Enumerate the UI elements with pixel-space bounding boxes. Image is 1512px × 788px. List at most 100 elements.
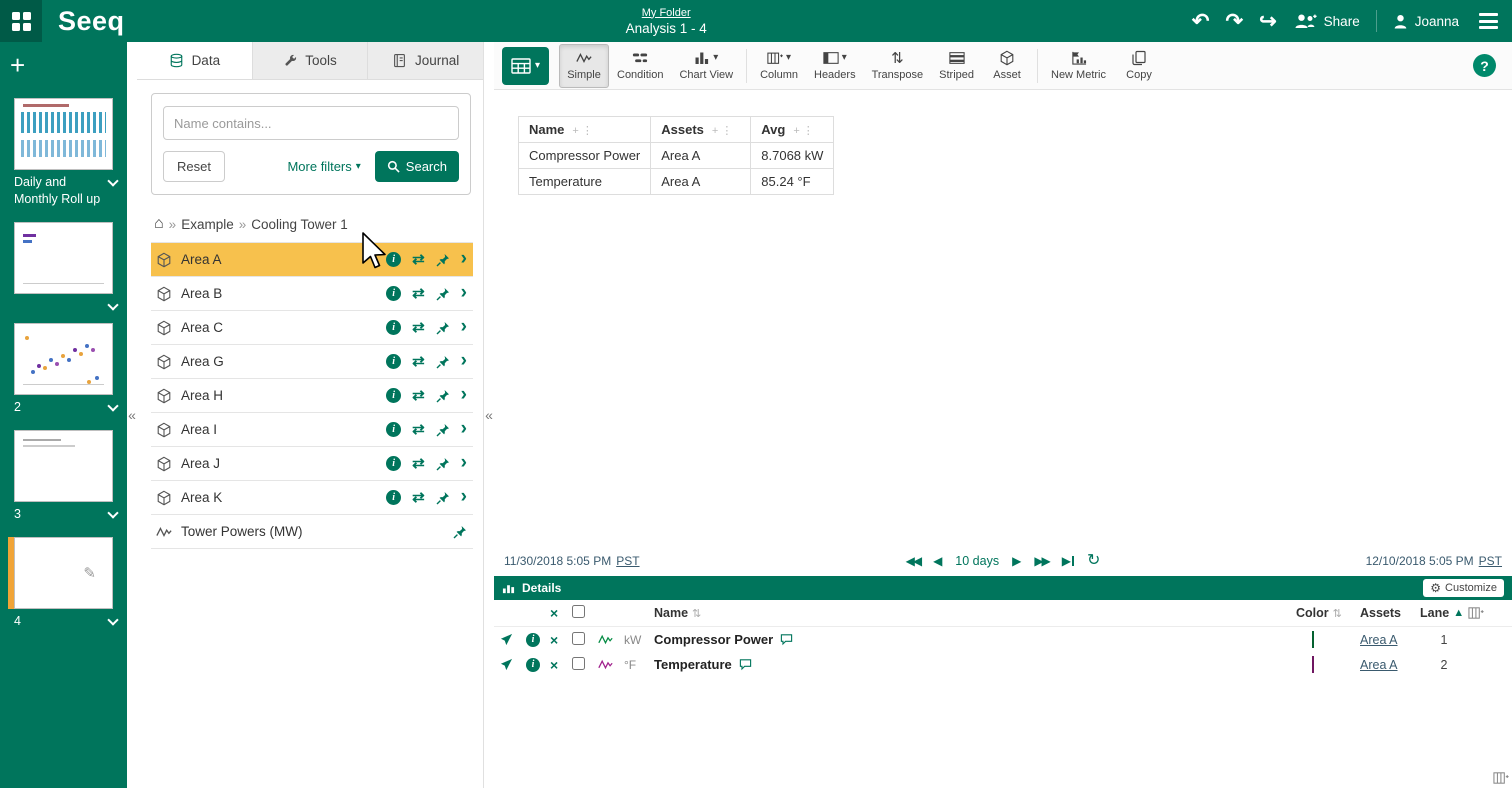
step-forward-button[interactable]: ▶ (1012, 555, 1021, 567)
redo-icon[interactable]: ↷ (1225, 11, 1243, 32)
compare-icon[interactable]: ⇄ (412, 490, 425, 505)
worksheet-thumbnail[interactable]: ✎ (14, 537, 113, 609)
move-icon[interactable]: + (793, 125, 802, 137)
toolbar-button-column[interactable]: ▾ Column (752, 44, 806, 88)
reset-button[interactable]: Reset (163, 151, 225, 182)
color-swatch[interactable] (1312, 656, 1314, 673)
pin-icon[interactable] (436, 253, 450, 267)
worksheet-item-active[interactable]: ✎ 4 (0, 537, 127, 630)
chevron-right-icon[interactable]: › (461, 487, 467, 506)
chevron-right-icon[interactable]: › (461, 249, 467, 268)
chevron-down-icon[interactable] (107, 614, 118, 625)
column-header-assets[interactable]: Assets+⋮ (651, 117, 751, 143)
pin-icon[interactable] (436, 355, 450, 369)
toolbar-button-chart-view[interactable]: ▾ Chart View (671, 44, 741, 88)
display-range-end[interactable]: 12/10/2018 5:05 PM (1366, 554, 1474, 568)
details-column-assets[interactable]: Assets (1360, 606, 1420, 620)
chevron-right-icon[interactable]: › (461, 453, 467, 472)
customize-button[interactable]: ⚙ Customize (1423, 579, 1504, 597)
search-button[interactable]: Search (375, 151, 459, 182)
forward-share-icon[interactable]: ↪ (1259, 11, 1277, 32)
collapse-sidebar-handle[interactable]: « (127, 42, 137, 788)
info-icon[interactable]: i (386, 252, 401, 267)
asset-row[interactable]: Area H i ⇄ › (151, 378, 473, 412)
annotation-icon[interactable] (780, 633, 793, 646)
worksheet-item[interactable]: Daily and Monthly Roll up (0, 98, 127, 208)
chevron-right-icon[interactable]: › (461, 419, 467, 438)
toolbar-button-copy[interactable]: Copy (1114, 44, 1164, 88)
my-folder-link[interactable]: My Folder (642, 7, 691, 19)
table-row[interactable]: Temperature Area A 85.24 °F (519, 169, 834, 195)
details-column-color[interactable]: Color⇅ (1296, 606, 1360, 620)
info-icon[interactable]: i (386, 490, 401, 505)
asset-row[interactable]: Area A i ⇄ › (151, 242, 473, 276)
column-header-name[interactable]: Name+⋮ (519, 117, 651, 143)
annotation-icon[interactable] (739, 658, 752, 671)
compare-icon[interactable]: ⇄ (412, 388, 425, 403)
remove-all-button[interactable]: × (550, 605, 572, 621)
info-icon[interactable]: i (526, 658, 540, 672)
asset-row[interactable]: Area B i ⇄ › (151, 276, 473, 310)
info-icon[interactable]: i (386, 354, 401, 369)
compare-icon[interactable]: ⇄ (412, 354, 425, 369)
asset-row[interactable]: Area K i ⇄ › (151, 480, 473, 514)
new-worksheet-button[interactable]: + (10, 52, 34, 78)
pin-icon[interactable] (436, 457, 450, 471)
more-filters-link[interactable]: More filters ▾ (287, 159, 360, 174)
step-forward-fast-button[interactable]: ▶▶ (1034, 555, 1048, 567)
worksheet-thumbnail[interactable] (14, 98, 113, 170)
timezone-link[interactable]: PST (1479, 554, 1502, 568)
help-button[interactable]: ? (1473, 54, 1496, 77)
compare-icon[interactable]: ⇄ (412, 286, 425, 301)
asset-row[interactable]: Area G i ⇄ › (151, 344, 473, 378)
collapse-data-panel-handle[interactable]: « (484, 42, 494, 788)
row-checkbox[interactable] (572, 632, 585, 645)
timezone-link[interactable]: PST (616, 554, 639, 568)
info-icon[interactable]: i (386, 286, 401, 301)
worksheet-item[interactable] (0, 222, 127, 309)
info-icon[interactable]: i (526, 633, 540, 647)
share-button[interactable]: Share (1293, 11, 1360, 31)
asset-row[interactable]: Area I i ⇄ › (151, 412, 473, 446)
move-icon[interactable]: + (712, 125, 721, 137)
toolbar-button-striped[interactable]: Striped (931, 44, 982, 88)
search-input[interactable] (163, 106, 459, 140)
tab-data[interactable]: Data (137, 42, 252, 79)
table-row[interactable]: Compressor Power Area A 8.7068 kW (519, 143, 834, 169)
navigate-icon[interactable] (500, 658, 526, 671)
details-column-name[interactable]: Name⇅ (654, 606, 1296, 620)
toolbar-button-new-metric[interactable]: New Metric (1043, 44, 1114, 88)
pin-icon[interactable] (436, 423, 450, 437)
asset-row[interactable]: Area C i ⇄ › (151, 310, 473, 344)
refresh-icon[interactable]: ↻ (1087, 553, 1100, 569)
home-icon[interactable]: ⌂ (154, 216, 164, 232)
details-column-lane[interactable]: Lane▲ (1420, 606, 1468, 620)
row-checkbox[interactable] (572, 657, 585, 670)
worksheet-thumbnail[interactable] (14, 430, 113, 502)
pin-icon[interactable] (436, 287, 450, 301)
chevron-right-icon[interactable]: › (461, 283, 467, 302)
chevron-down-icon[interactable] (107, 175, 118, 186)
info-icon[interactable]: i (386, 320, 401, 335)
compare-icon[interactable]: ⇄ (412, 320, 425, 335)
pin-icon[interactable] (436, 321, 450, 335)
compare-icon[interactable]: ⇄ (412, 422, 425, 437)
step-to-end-button[interactable]: ▶ (1062, 555, 1074, 567)
chevron-right-icon[interactable]: › (461, 351, 467, 370)
chevron-right-icon[interactable]: › (461, 385, 467, 404)
pin-icon[interactable] (436, 491, 450, 505)
tab-journal[interactable]: Journal (367, 42, 483, 79)
column-options-icon[interactable] (1468, 605, 1508, 621)
step-back-button[interactable]: ◀ (933, 555, 942, 567)
worksheet-thumbnail[interactable] (14, 222, 113, 294)
view-selector-button[interactable]: ▾ (502, 47, 549, 85)
toolbar-button-simple[interactable]: Simple (559, 44, 609, 88)
navigate-icon[interactable] (500, 633, 526, 646)
grip-icon[interactable]: ⋮ (721, 125, 735, 137)
move-icon[interactable]: + (572, 125, 581, 137)
worksheet-thumbnail[interactable] (14, 323, 113, 395)
grip-icon[interactable]: ⋮ (582, 125, 596, 137)
app-launcher-button[interactable] (0, 0, 42, 42)
display-range-start[interactable]: 11/30/2018 5:05 PM (504, 554, 611, 568)
info-icon[interactable]: i (386, 422, 401, 437)
